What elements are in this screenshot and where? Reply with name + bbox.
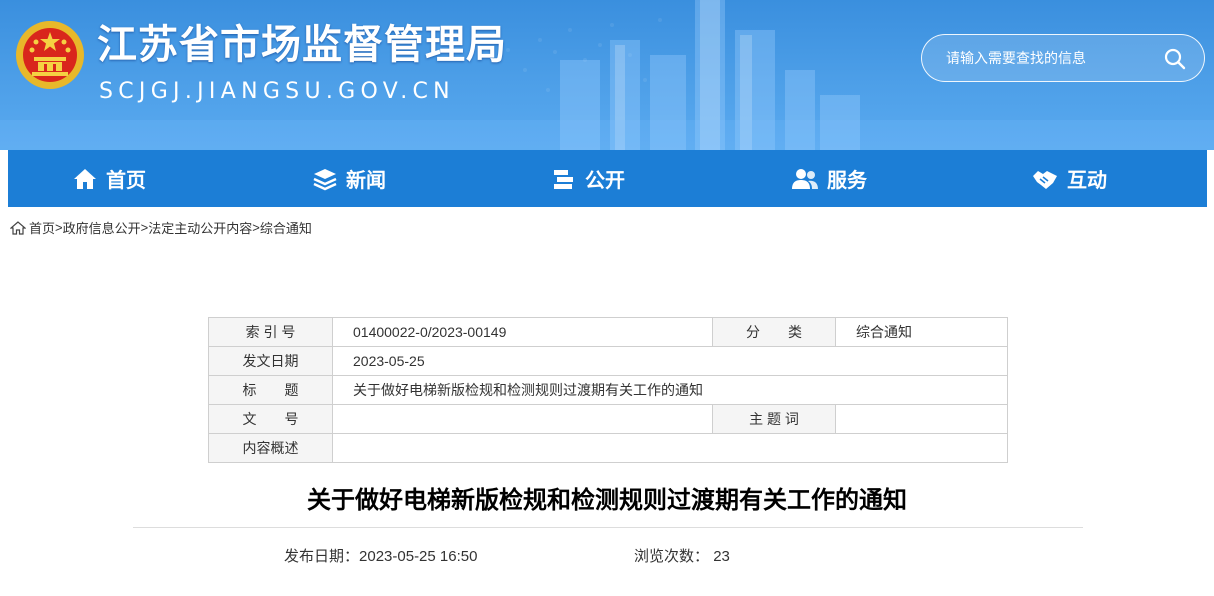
article-title: 关于做好电梯新版检规和检测规则过渡期有关工作的通知 [307,486,907,514]
title-value: 关于做好电梯新版检规和检测规则过渡期有关工作的通知 [332,375,1008,405]
breadcrumb: 首页 > 政府信息公开 > 法定主动公开内容 > 综合通知 [10,218,312,237]
search-icon[interactable] [1162,46,1188,72]
table-row: 索 引 号 01400022-0/2023-00149 分 类 综合通知 [208,317,1008,347]
table-row: 文 号 主 题 词 [208,404,1008,434]
date-label: 发文日期 [208,346,333,376]
category-value: 综合通知 [835,317,1008,347]
category-label: 分 类 [712,317,836,347]
main-nav: 首页 新闻 公开 服务 互动 [8,150,1207,207]
nav-label-open: 公开 [585,168,625,192]
nav-label-service: 服务 [827,168,867,192]
national-emblem-icon [16,21,84,89]
search-input[interactable] [946,47,1146,69]
users-icon [792,168,818,189]
table-row: 标 题 关于做好电梯新版检规和检测规则过渡期有关工作的通知 [208,375,1008,405]
breadcrumb-gov-info[interactable]: 政府信息公开 [63,218,141,237]
home-small-icon [10,220,26,235]
index-label: 索 引 号 [208,317,333,347]
nav-item-service[interactable]: 服务 [791,150,867,207]
publish-date-label: 发布日期： [284,548,360,565]
layers-icon [313,168,337,190]
search-box [921,34,1205,82]
table-row: 发文日期 2023-05-25 [208,346,1008,376]
divider [133,527,1083,528]
publish-date-value: 2023-05-25 16:50 [359,548,478,565]
nav-item-news[interactable]: 新闻 [312,150,386,207]
summary-label: 内容概述 [208,433,333,463]
docno-value [332,404,713,434]
nav-item-home[interactable]: 首页 [72,150,146,207]
document-meta-table: 索 引 号 01400022-0/2023-00149 分 类 综合通知 发文日… [208,317,1008,463]
title-label: 标 题 [208,375,333,405]
breadcrumb-separator: > [140,220,149,235]
breadcrumb-current[interactable]: 综合通知 [260,218,312,237]
site-header: 江苏省市场监督管理局 SCJGJ.JIANGSU.GOV.CN [0,0,1214,150]
table-row: 内容概述 [208,433,1008,463]
nav-label-news: 新闻 [346,168,386,192]
index-value: 01400022-0/2023-00149 [332,317,713,347]
view-count: 浏览次数： 23 [634,545,730,566]
site-title: 江苏省市场监督管理局 [97,22,507,68]
home-icon [74,168,96,189]
breadcrumb-separator: > [252,220,260,235]
view-count-value: 23 [713,548,730,565]
breadcrumb-separator: > [55,220,63,235]
nav-label-home: 首页 [106,168,146,192]
keywords-value [835,404,1008,434]
breadcrumb-home[interactable]: 首页 [29,218,55,237]
date-value: 2023-05-25 [332,346,1008,376]
publish-date: 发布日期：2023-05-25 16:50 [284,545,477,566]
handshake-icon [1033,170,1057,189]
summary-value [332,433,1008,463]
books-icon [554,169,573,189]
keywords-label: 主 题 词 [712,404,836,434]
nav-label-interact: 互动 [1067,168,1107,192]
nav-item-interact[interactable]: 互动 [1031,150,1107,207]
nav-item-open[interactable]: 公开 [551,150,625,207]
site-domain: SCJGJ.JIANGSU.GOV.CN [99,79,455,104]
breadcrumb-statutory[interactable]: 法定主动公开内容 [148,218,252,237]
docno-label: 文 号 [208,404,333,434]
view-count-label: 浏览次数： [634,548,710,565]
